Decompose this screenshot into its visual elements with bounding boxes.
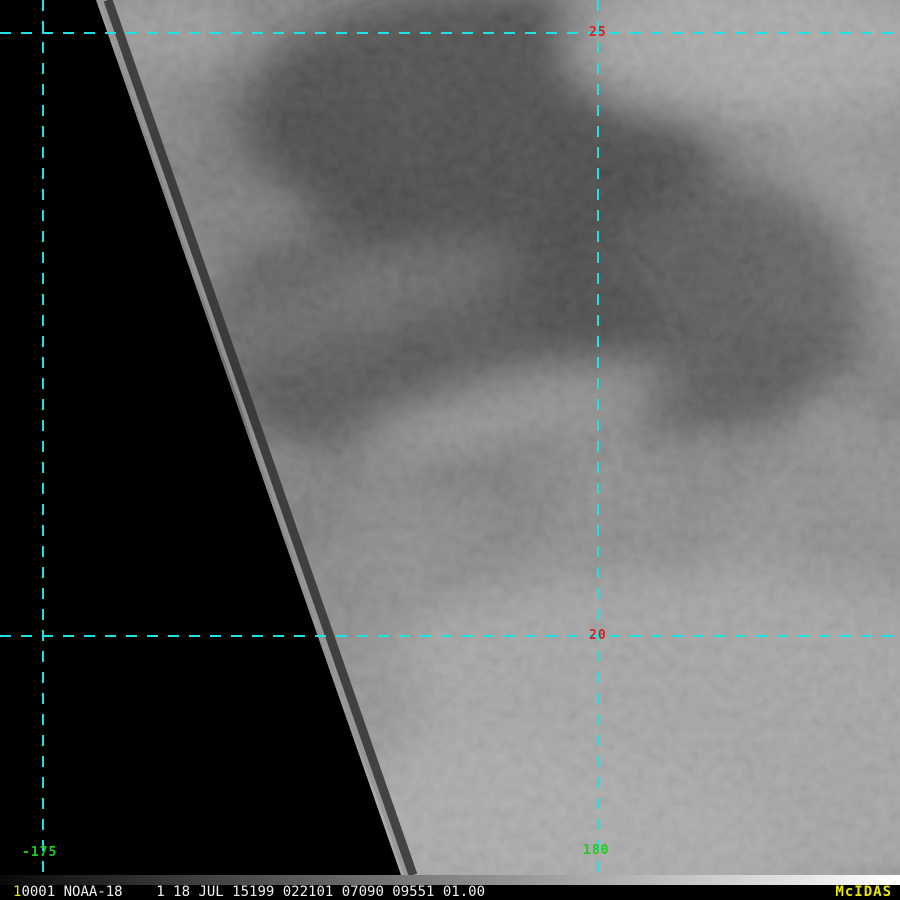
latitude-label-20: 20 bbox=[589, 628, 607, 643]
grid-line-latitude-20 bbox=[0, 635, 900, 637]
mcidas-window: 25 20 -175 180 1 0001 NOAA-18 1 18 JUL 1… bbox=[0, 0, 900, 900]
satellite-cloud-image bbox=[0, 0, 900, 875]
mcidas-brand-label: McIDAS bbox=[835, 884, 892, 900]
latitude-label-25: 25 bbox=[589, 25, 607, 40]
satellite-image-display[interactable]: 25 20 -175 180 bbox=[0, 0, 900, 882]
status-bar: 1 0001 NOAA-18 1 18 JUL 15199 022101 070… bbox=[0, 885, 900, 900]
longitude-label-180: 180 bbox=[583, 843, 610, 858]
grid-line-longitude-minus-175 bbox=[42, 0, 44, 882]
grid-line-latitude-25 bbox=[0, 32, 900, 34]
frame-number: 1 bbox=[13, 884, 22, 900]
longitude-label-minus-175: -175 bbox=[22, 845, 58, 860]
image-info-text: 0001 NOAA-18 1 18 JUL 15199 022101 07090… bbox=[21, 884, 486, 900]
grid-line-longitude-180 bbox=[597, 0, 599, 882]
